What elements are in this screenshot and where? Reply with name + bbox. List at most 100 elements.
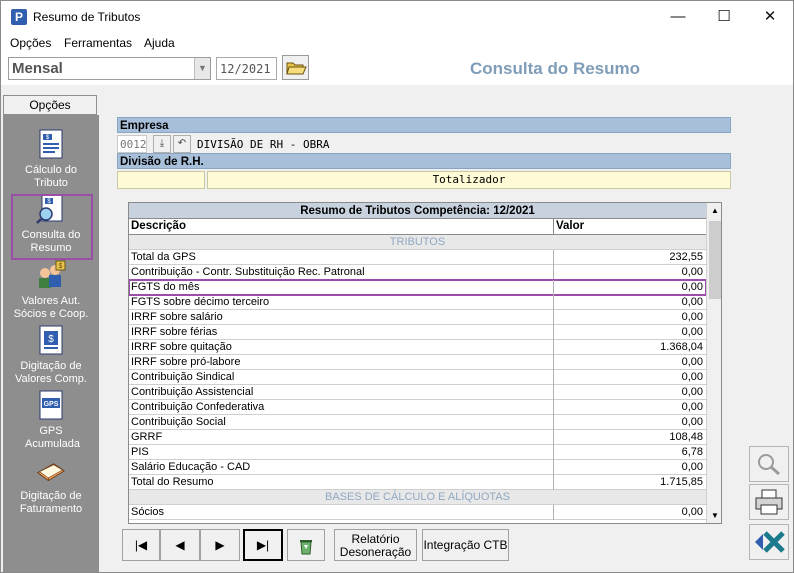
menu-opcoes[interactable]: Opções xyxy=(10,36,51,50)
table-row[interactable]: Total do Resumo 1.715,85 xyxy=(129,475,706,490)
row-value: 232,55 xyxy=(669,251,703,263)
vertical-scrollbar[interactable]: ▲ ▼ xyxy=(706,203,721,523)
sidebar-item-gps[interactable]: GPS GPS Acumulada xyxy=(3,390,99,451)
sidebar-item-digitacao-valores[interactable]: $ Digitação de Valores Comp. xyxy=(3,325,99,386)
period-type-select[interactable]: Mensal ▼ xyxy=(8,57,211,80)
previous-record-button[interactable]: ◀ xyxy=(160,529,200,561)
svg-text:GPS: GPS xyxy=(44,401,59,408)
table-row[interactable]: PIS 6,78 xyxy=(129,445,706,460)
row-description: IRRF sobre salário xyxy=(131,311,223,323)
scroll-thumb[interactable] xyxy=(709,221,721,299)
next-record-button[interactable]: ▶ xyxy=(200,529,240,561)
table-row[interactable]: Contribuição Confederativa 0,00 xyxy=(129,400,706,415)
sidebar-item-calculo[interactable]: $ Cálculo do Tributo xyxy=(3,129,99,190)
row-description: IRRF sobre pró-labore xyxy=(131,356,241,368)
table-row[interactable]: IRRF sobre férias 0,00 xyxy=(129,325,706,340)
sidebar: Opções $ Cálculo do Tributo $ Consulta d… xyxy=(3,95,99,572)
menu-ajuda[interactable]: Ajuda xyxy=(144,36,175,50)
row-description: IRRF sobre férias xyxy=(131,326,218,338)
column-separator xyxy=(553,325,554,340)
table-row[interactable]: FGTS do mês 0,00 xyxy=(129,279,707,296)
column-header-value[interactable]: Valor xyxy=(554,219,706,235)
company-code-field[interactable]: 0012 xyxy=(117,135,147,153)
close-button[interactable]: ✕ xyxy=(747,1,793,33)
main-content: Empresa 0012 ⤓ ↶ DIVISÃO DE RH - OBRA Di… xyxy=(104,95,740,572)
open-folder-button[interactable] xyxy=(282,55,309,80)
exit-x-icon xyxy=(755,531,785,553)
row-description: FGTS do mês xyxy=(131,281,200,293)
lookup-button[interactable]: ⤓ xyxy=(153,135,171,153)
column-separator xyxy=(553,415,554,430)
integracao-ctb-button[interactable]: Integração CTB xyxy=(422,529,509,561)
scroll-up-icon[interactable]: ▲ xyxy=(707,203,721,218)
maximize-button[interactable]: ☐ xyxy=(701,1,747,33)
sidebar-item-label: GPS Acumulada xyxy=(25,425,81,450)
column-separator xyxy=(553,280,554,295)
row-description: Contribuição - Contr. Substituição Rec. … xyxy=(131,266,365,278)
column-separator xyxy=(553,295,554,310)
table-row[interactable]: Salário Educação - CAD 0,00 xyxy=(129,460,706,475)
totalizer-field[interactable]: Totalizador xyxy=(207,171,731,189)
relatorio-desoneracao-button[interactable]: Relatório Desoneração xyxy=(334,529,417,561)
table-row[interactable]: Total da GPS 232,55 xyxy=(129,250,706,265)
row-description: Salário Educação - CAD xyxy=(131,461,251,473)
company-name: DIVISÃO DE RH - OBRA xyxy=(197,138,330,151)
sidebar-list: $ Cálculo do Tributo $ Consulta do Resum… xyxy=(3,115,99,572)
sidebar-item-valores-aut[interactable]: $ Valores Aut. Sócios e Coop. xyxy=(3,260,99,321)
row-description: PIS xyxy=(131,446,149,458)
row-description: Contribuição Sindical xyxy=(131,371,235,383)
menu-ferramentas[interactable]: Ferramentas xyxy=(64,36,132,50)
row-value: 0,00 xyxy=(681,401,703,413)
undo-button[interactable]: ↶ xyxy=(173,135,191,153)
table-row[interactable]: Sócios 0,00 xyxy=(129,505,706,520)
print-button[interactable] xyxy=(749,484,789,520)
table-row[interactable]: IRRF sobre salário 0,00 xyxy=(129,310,706,325)
search-button[interactable] xyxy=(749,446,789,482)
row-description: Total da GPS xyxy=(131,251,196,263)
minimize-button[interactable]: — xyxy=(655,1,701,33)
section-tributos: TRIBUTOS xyxy=(129,235,706,250)
page-title: Consulta do Resumo xyxy=(470,59,641,78)
row-description: Contribuição Confederativa xyxy=(131,401,265,413)
menu-bar: Opções Ferramentas Ajuda xyxy=(1,33,793,53)
row-value: 1.715,85 xyxy=(660,476,703,488)
exit-button[interactable] xyxy=(749,524,789,560)
table-row[interactable]: Contribuição Social 0,00 xyxy=(129,415,706,430)
first-record-button[interactable]: |◀ xyxy=(122,529,160,561)
window-title: Resumo de Tributos xyxy=(33,10,141,24)
column-separator xyxy=(553,355,554,370)
column-separator xyxy=(553,445,554,460)
column-header-description[interactable]: Descrição xyxy=(129,219,554,235)
calculator-doc-icon: $ xyxy=(36,129,66,159)
desoneracao-label: Desoneração xyxy=(339,545,412,559)
edit-doc-icon: $ xyxy=(36,325,66,355)
division-field[interactable] xyxy=(117,171,205,189)
svg-text:$: $ xyxy=(59,263,63,270)
scroll-down-icon[interactable]: ▼ xyxy=(707,508,721,523)
printer-icon xyxy=(755,489,783,515)
last-record-button[interactable]: ▶| xyxy=(243,529,283,561)
sidebar-item-faturamento[interactable]: Digitação de Faturamento xyxy=(3,455,99,516)
book-icon xyxy=(36,455,66,485)
sidebar-selection-highlight xyxy=(11,194,93,260)
column-separator xyxy=(553,400,554,415)
dropdown-arrow-icon[interactable]: ▼ xyxy=(194,58,210,79)
row-value: 1.368,04 xyxy=(660,341,703,353)
row-value: 0,00 xyxy=(681,386,703,398)
table-row[interactable]: GRRF 108,48 xyxy=(129,430,706,445)
table-row[interactable]: Contribuição Sindical 0,00 xyxy=(129,370,706,385)
table-row[interactable]: Contribuição Assistencial 0,00 xyxy=(129,385,706,400)
company-panel: Empresa 0012 ⤓ ↶ DIVISÃO DE RH - OBRA Di… xyxy=(117,113,731,191)
column-separator xyxy=(553,430,554,445)
column-separator xyxy=(553,475,554,490)
gps-doc-icon: GPS xyxy=(36,390,66,420)
recycle-button[interactable] xyxy=(287,529,325,561)
table-row[interactable]: IRRF sobre quitação 1.368,04 xyxy=(129,340,706,355)
sidebar-item-label: Valores Aut. Sócios e Coop. xyxy=(13,295,89,320)
table-row[interactable]: IRRF sobre pró-labore 0,00 xyxy=(129,355,706,370)
competence-field[interactable]: 12/2021 xyxy=(216,57,277,80)
navigation-bar: |◀ ◀ ▶ ▶| Relatório Desoneração Integraç… xyxy=(117,529,721,563)
row-description: Contribuição Social xyxy=(131,416,226,428)
table-row[interactable]: Contribuição - Contr. Substituição Rec. … xyxy=(129,265,706,280)
table-row[interactable]: FGTS sobre décimo terceiro 0,00 xyxy=(129,295,706,310)
